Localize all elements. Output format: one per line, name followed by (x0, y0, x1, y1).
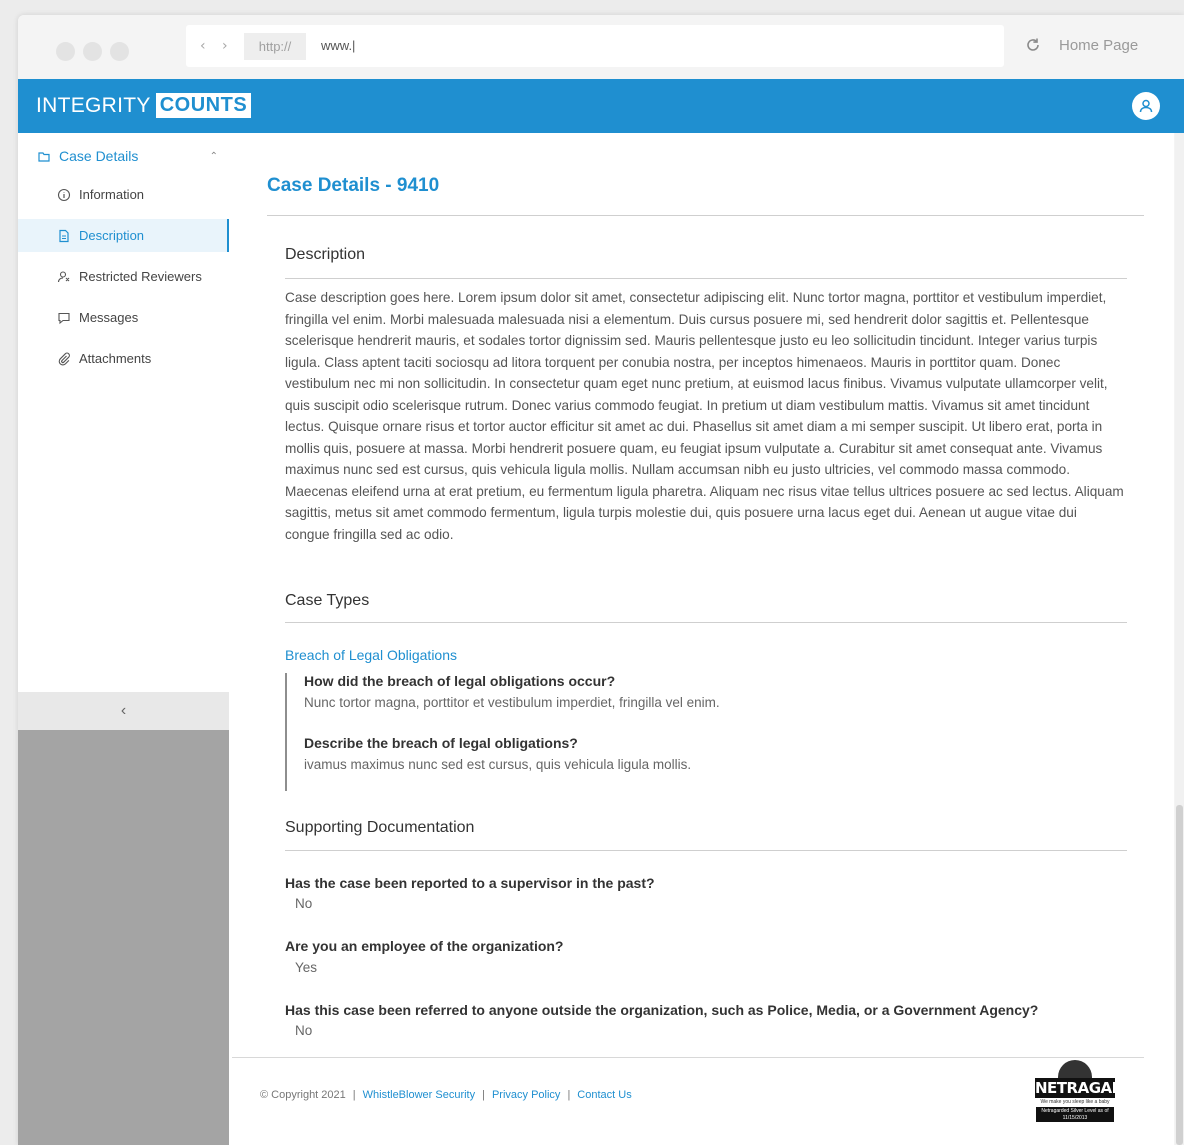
netragard-badge[interactable]: NETRAGARD We make you sleep like a baby … (1034, 1060, 1135, 1122)
window-controls (56, 42, 129, 61)
description-divider (285, 278, 1127, 279)
sidebar-item-restricted-reviewers[interactable]: Restricted Reviewers (18, 260, 229, 293)
case-types-heading: Case Types (285, 592, 370, 609)
privacy-policy-link[interactable]: Privacy Policy (492, 1089, 560, 1101)
scrollbar-thumb[interactable] (1176, 805, 1183, 1145)
sidebar-empty-area (18, 730, 229, 1145)
footer-separator: | (482, 1089, 485, 1101)
badge-wordmark: NETRAGARD (1035, 1078, 1135, 1098)
whistleblower-security-link[interactable]: WhistleBlower Security (363, 1089, 475, 1101)
sidebar-collapse-button[interactable]: ‹ (18, 692, 229, 730)
reload-icon[interactable] (1023, 35, 1043, 55)
case-type-question: How did the breach of legal obligations … (304, 673, 616, 689)
badge-emblem (1058, 1060, 1092, 1078)
document-icon (59, 229, 69, 242)
case-type-link[interactable]: Breach of Legal Obligations (285, 647, 457, 663)
app-header: INTEGRITY COUNTS (18, 79, 1184, 133)
url-protocol: http:// (244, 33, 306, 60)
paperclip-icon (58, 352, 70, 365)
main-content: Case Details - 9410 Description Case des… (229, 133, 1174, 1145)
description-text: Case description goes here. Lorem ipsum … (285, 290, 1124, 542)
case-type-answer: ivamus maximus nunc sed est cursus, quis… (304, 757, 692, 772)
supporting-divider (285, 850, 1127, 851)
maximize-window-dot[interactable] (110, 42, 129, 61)
badge-tagline: We make you sleep like a baby (1040, 1099, 1110, 1105)
case-types-divider (285, 622, 1127, 623)
message-icon (58, 312, 70, 324)
supporting-answer: No (295, 896, 313, 911)
home-page-link[interactable]: Home Page (1059, 37, 1138, 54)
sidebar-item-description[interactable]: Description (18, 219, 229, 252)
supporting-question: Has this case been referred to anyone ou… (285, 1002, 1039, 1018)
chevron-up-icon[interactable]: ⌃ (210, 151, 218, 162)
sidebar-item-attachments[interactable]: Attachments (18, 342, 229, 375)
browser-toolbar: ‹ › http:// www.| Home Page (18, 15, 1184, 79)
supporting-answer: Yes (295, 960, 318, 975)
contact-us-link[interactable]: Contact Us (577, 1089, 631, 1101)
footer-divider (232, 1057, 1144, 1058)
footer-separator: | (567, 1089, 571, 1101)
url-input[interactable]: www.| (321, 38, 355, 53)
title-divider (267, 215, 1144, 216)
case-type-answer: Nunc tortor magna, porttitor et vestibul… (304, 695, 720, 710)
description-heading: Description (285, 246, 366, 263)
supporting-documentation-heading: Supporting Documentation (285, 819, 475, 836)
badge-certification: Netragarded Silver Level as of 11/15/201… (1036, 1107, 1114, 1122)
sidebar-item-label: Description (79, 228, 145, 243)
address-bar[interactable] (186, 25, 1004, 67)
footer: © Copyright 2021 | WhistleBlower Securit… (260, 1089, 632, 1101)
person-icon (1139, 99, 1153, 113)
supporting-answer: No (295, 1023, 313, 1038)
supporting-question: Are you an employee of the organization? (285, 938, 564, 954)
sidebar-item-label: Attachments (79, 351, 152, 366)
info-icon (57, 188, 71, 201)
sidebar-item-label: Information (79, 187, 145, 202)
sidebar-item-label: Messages (79, 310, 139, 325)
back-forward-arrows[interactable]: ‹ › (200, 38, 234, 54)
minimize-window-dot[interactable] (83, 42, 102, 61)
browser-window: ‹ › http:// www.| Home Page INTEGRITY CO… (18, 15, 1184, 1145)
logo-text-counts: COUNTS (155, 93, 252, 118)
supporting-question: Has the case been reported to a supervis… (285, 875, 655, 891)
reviewers-icon (57, 270, 70, 282)
case-type-question: Describe the breach of legal obligations… (304, 735, 578, 751)
close-window-dot[interactable] (56, 42, 75, 61)
sidebar-section-label: Case Details (59, 148, 139, 164)
integrity-counts-logo[interactable]: INTEGRITY COUNTS (36, 93, 252, 118)
sidebar-item-messages[interactable]: Messages (18, 301, 229, 334)
footer-separator: | (352, 1089, 356, 1101)
folder-icon (38, 151, 50, 162)
copyright-text: © Copyright 2021 (260, 1089, 346, 1101)
user-avatar-icon[interactable] (1132, 92, 1160, 120)
sidebar-item-label: Restricted Reviewers (79, 269, 202, 284)
page-title: Case Details - 9410 (267, 175, 440, 196)
sidebar: Case Details ⌃ Information Description R… (18, 133, 229, 1145)
sidebar-item-information[interactable]: Information (18, 178, 229, 211)
chevron-left-icon: ‹ (120, 702, 127, 719)
case-type-answers: How did the breach of legal obligations … (285, 673, 1105, 791)
logo-text-integrity: INTEGRITY (36, 93, 151, 117)
sidebar-section-case-details[interactable]: Case Details ⌃ (38, 146, 218, 166)
